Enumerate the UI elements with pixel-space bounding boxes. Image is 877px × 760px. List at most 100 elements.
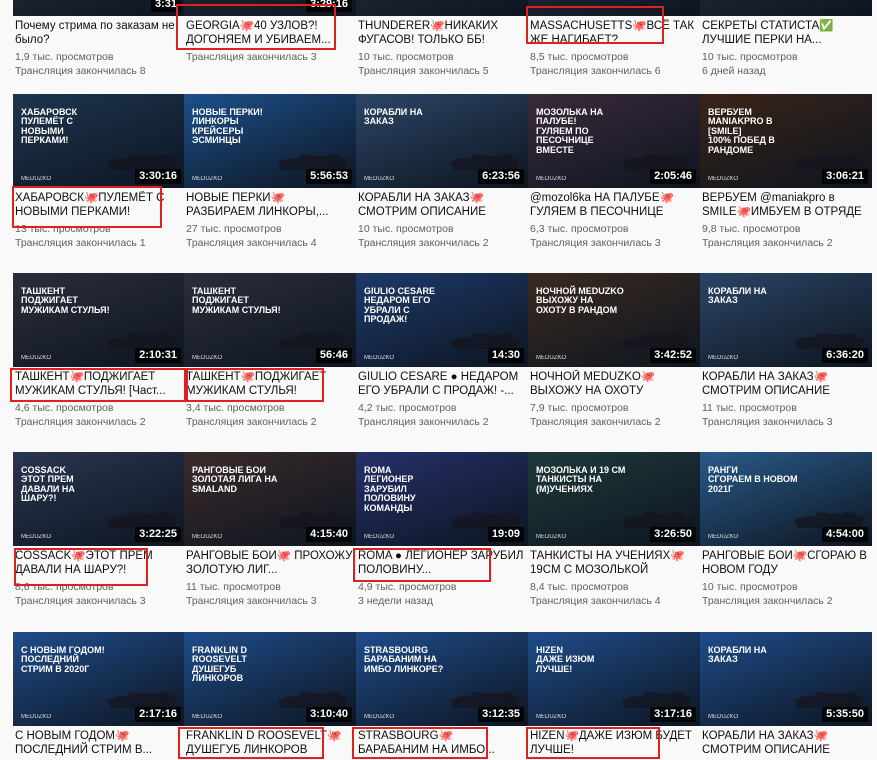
video-title[interactable]: Почему стрима по заказам не было? — [15, 19, 183, 47]
duration-badge: 5:56:53 — [306, 169, 352, 184]
duration-badge: 3:17:16 — [650, 707, 696, 722]
duration-badge: 4:15:40 — [306, 527, 352, 542]
video-thumbnail[interactable]: РАНГИ СГОРАЕМ В НОВОМ 2021Г MEDUZKO 4:54:0… — [700, 452, 872, 546]
thumbnail-caption: ТАШКЕНТ ПОДЖИГАЕТ МУЖИКАМ СТУЛЬЯ! — [192, 286, 281, 315]
view-count: 13 тыс. просмотров — [15, 223, 111, 235]
duration-badge: 3:12:35 — [478, 707, 524, 722]
video-title[interactable]: ТАНКИСТЫ НА УЧЕНИЯХ🐙 19СМ С МОЗОЛЬКОЙ — [530, 549, 698, 577]
video-title[interactable]: GEORGIA🐙40 УЗЛОВ?! ДОГОНЯЕМ И УБИВАЕМ... — [186, 19, 354, 47]
video-thumbnail[interactable]: КОРАБЛИ НА ЗАКАЗ MEDUZKO 6:36:20 — [700, 273, 872, 367]
channel-logo: MEDUZKO — [708, 355, 738, 361]
stream-date: Трансляция закончилась 2 — [358, 237, 489, 249]
video-thumbnail[interactable]: ХАБАРОВСК ПУЛЕМЁТ С НОВЫМИ ПЕРКАМИ! MEDUZ… — [13, 94, 185, 188]
video-thumbnail[interactable]: МОЗОЛЬКА И 19 СМ ТАНКИСТЫ НА (М)УЧЕНИЯХ M… — [528, 452, 700, 546]
video-title[interactable]: HIZEN🐙ДАЖЕ ИЗЮМ БУДЕТ ЛУЧШЕ! — [530, 729, 698, 757]
thumbnail-caption: GIULIO CESARE НЕДАРОМ ЕГО УБРАЛИ С ПРОДА… — [364, 286, 436, 325]
video-thumbnail[interactable]: COSSACK ЭТОТ ПРЕМ ДАВАЛИ НА ШАРУ?! MEDUZK… — [13, 452, 185, 546]
duration-badge: 3:31 — [150, 0, 181, 12]
duration-badge: 3:06:21 — [822, 169, 868, 184]
channel-logo: MEDUZKO — [708, 534, 738, 540]
channel-logo: MEDUZKO — [21, 355, 51, 361]
video-thumbnail[interactable]: STRASBOURG БАРАБАНИМ НА ИМБО ЛИНКОРЕ? MED… — [356, 632, 528, 726]
video-thumbnail[interactable]: МОЗОЛЬКА НА ПАЛУБЕ! ГУЛЯЕМ ПО ПЕСОЧНИЦЕ … — [528, 94, 700, 188]
video-title[interactable]: ХАБАРОВСК🐙ПУЛЕМЁТ С НОВЫМИ ПЕРКАМИ! — [15, 191, 183, 219]
video-thumbnail[interactable]: ВЕРБУЕМ MANIAKPRO В [SMILE] 100% ПОБЕД В… — [700, 94, 872, 188]
thumbnail-art — [528, 0, 700, 16]
video-thumbnail[interactable]: РАНГОВЫЕ БОИ ЗОЛОТАЯ ЛИГА НА SMALAND MEDU… — [184, 452, 356, 546]
channel-logo: MEDUZKO — [364, 355, 394, 361]
duration-badge: 56:46 — [315, 348, 352, 363]
stream-date: Трансляция закончилась 3 — [15, 595, 146, 607]
thumbnail-art — [356, 0, 528, 16]
video-thumbnail[interactable]: 3:31 — [13, 0, 185, 16]
video-thumbnail[interactable]: 3:29:16 — [184, 0, 356, 16]
video-title[interactable]: STRASBOURG🐙 БАРАБАНИМ НА ИМБО... — [358, 729, 526, 757]
video-title[interactable]: КОРАБЛИ НА ЗАКАЗ🐙 СМОТРИМ ОПИСАНИЕ — [702, 370, 870, 398]
stream-date: Трансляция закончилась 4 — [530, 595, 661, 607]
stream-date: Трансляция закончилась 3 — [530, 237, 661, 249]
video-title[interactable]: КОРАБЛИ НА ЗАКАЗ🐙 СМОТРИМ ОПИСАНИЕ — [358, 191, 526, 219]
video-title[interactable]: С НОВЫМ ГОДОМ🐙 ПОСЛЕДНИЙ СТРИМ В... — [15, 729, 183, 757]
video-thumbnail[interactable]: ТАШКЕНТ ПОДЖИГАЕТ МУЖИКАМ СТУЛЬЯ! MEDUZKO… — [13, 273, 185, 367]
video-thumbnail[interactable]: ТАШКЕНТ ПОДЖИГАЕТ МУЖИКАМ СТУЛЬЯ! MEDUZKO… — [184, 273, 356, 367]
channel-logo: MEDUZKO — [364, 714, 394, 720]
video-title[interactable]: ROMA ● ЛЕГИОНЕР ЗАРУБИЛ ПОЛОВИНУ... — [358, 549, 526, 577]
video-thumbnail[interactable]: НОЧНОЙ MEDUZKO ВЫХОЖУ НА ОХОТУ В РАНДОМ M… — [528, 273, 700, 367]
video-title[interactable]: РАНГОВЫЕ БОИ🐙СГОРАЮ В НОВОМ ГОДУ — [702, 549, 870, 577]
view-count: 8,6 тыс. просмотров — [15, 581, 114, 593]
video-title[interactable]: MASSACHUSETTS🐙ВСЁ ТАК ЖЕ НАГИБАЕТ? — [530, 19, 698, 47]
thumbnail-caption: РАНГОВЫЕ БОИ ЗОЛОТАЯ ЛИГА НА SMALAND — [192, 465, 278, 494]
duration-badge: 3:29:16 — [306, 0, 352, 12]
view-count: 10 тыс. просмотров — [702, 581, 798, 593]
channel-logo: MEDUZKO — [192, 355, 222, 361]
video-thumbnail[interactable]: ROMA ЛЕГИОНЕР ЗАРУБИЛ ПОЛОВИНУ КОМАНДЫ ME… — [356, 452, 528, 546]
stream-date: Трансляция закончилась 2 — [702, 595, 833, 607]
video-thumbnail[interactable] — [356, 0, 528, 16]
view-count: 4,9 тыс. просмотров — [358, 581, 457, 593]
video-thumbnail[interactable]: С НОВЫМ ГОДОМ! ПОСЛЕДНИЙ СТРИМ В 2020Г ME… — [13, 632, 185, 726]
thumbnail-caption: С НОВЫМ ГОДОМ! ПОСЛЕДНИЙ СТРИМ В 2020Г — [21, 645, 105, 674]
duration-badge: 4:54:00 — [822, 527, 868, 542]
channel-logo: MEDUZKO — [708, 714, 738, 720]
video-title[interactable]: ТАШКЕНТ🐙ПОДЖИГАЕТ МУЖИКАМ СТУЛЬЯ! — [186, 370, 354, 398]
channel-logo: MEDUZKO — [536, 176, 566, 182]
video-thumbnail[interactable] — [528, 0, 700, 16]
video-title[interactable]: @mozol6ka НА ПАЛУБЕ🐙 ГУЛЯЕМ В ПЕСОЧНИЦЕ — [530, 191, 698, 219]
stream-date: Трансляция закончилась 1 — [15, 237, 146, 249]
video-thumbnail[interactable]: КОРАБЛИ НА ЗАКАЗ MEDUZKO 5:35:50 — [700, 632, 872, 726]
channel-logo: MEDUZKO — [536, 355, 566, 361]
stream-date: 6 дней назад — [702, 65, 766, 77]
duration-badge: 19:09 — [487, 527, 524, 542]
video-title[interactable]: КОРАБЛИ НА ЗАКАЗ🐙 СМОТРИМ ОПИСАНИЕ — [702, 729, 870, 757]
channel-logo: MEDUZKO — [192, 714, 222, 720]
stream-date: Трансляция закончилась 3 — [186, 595, 317, 607]
video-title[interactable]: FRANKLIN D ROOSEVELT🐙 ДУШЕГУБ ЛИНКОРОВ — [186, 729, 354, 757]
video-thumbnail[interactable]: КОРАБЛИ НА ЗАКАЗ MEDUZKO 6:23:56 — [356, 94, 528, 188]
view-count: 11 тыс. просмотров — [702, 402, 797, 414]
video-title[interactable]: СЕКРЕТЫ СТАТИСТА✅ ЛУЧШИЕ ПЕРКИ НА... — [702, 19, 870, 47]
video-title[interactable]: THUNDERER🐙НИКАКИХ ФУГАСОВ! ТОЛЬКО ББ! — [358, 19, 526, 47]
view-count: 27 тыс. просмотров — [186, 223, 282, 235]
channel-logo: MEDUZKO — [536, 534, 566, 540]
video-thumbnail[interactable]: НОВЫЕ ПЕРКИ! ЛИНКОРЫ КРЕЙСЕРЫ ЭСМИНЦЫ MED… — [184, 94, 356, 188]
video-title[interactable]: РАНГОВЫЕ БОИ🐙 ПРОХОЖУ ЗОЛОТУЮ ЛИГ... — [186, 549, 354, 577]
video-thumbnail[interactable]: HIZEN ДАЖЕ ИЗЮМ ЛУЧШЕ! MEDUZKO 3:17:16 — [528, 632, 700, 726]
stream-date: Трансляция закончилась 2 — [530, 416, 661, 428]
video-title[interactable]: GIULIO CESARE ● НЕДАРОМ ЕГО УБРАЛИ С ПРО… — [358, 370, 526, 398]
video-title[interactable]: ВЕРБУЕМ @maniakpro в SMILE🐙ИМБУЕМ В ОТРЯ… — [702, 191, 870, 219]
thumbnail-caption: МОЗОЛЬКА НА ПАЛУБЕ! ГУЛЯЕМ ПО ПЕСОЧНИЦЕ … — [536, 107, 604, 155]
video-title[interactable]: ТАШКЕНТ🐙ПОДЖИГАЕТ МУЖИКАМ СТУЛЬЯ! [Част.… — [15, 370, 183, 398]
view-count: 8,5 тыс. просмотров — [530, 51, 629, 63]
video-thumbnail[interactable]: FRANKLIN D ROOSEVELT ДУШЕГУБ ЛИНКОРОВ MED… — [184, 632, 356, 726]
stream-date: Трансляция закончилась 2 — [186, 416, 317, 428]
video-title[interactable]: НОЧНОЙ MEDUZKO🐙 ВЫХОЖУ НА ОХОТУ — [530, 370, 698, 398]
duration-badge: 2:05:46 — [650, 169, 696, 184]
video-thumbnail[interactable] — [700, 0, 872, 16]
video-title[interactable]: НОВЫЕ ПЕРКИ🐙 РАЗБИРАЕМ ЛИНКОРЫ,... — [186, 191, 354, 219]
stream-date: Трансляция закончилась 2 — [15, 416, 146, 428]
view-count: 9,8 тыс. просмотров — [702, 223, 801, 235]
duration-badge: 6:23:56 — [478, 169, 524, 184]
video-thumbnail[interactable]: GIULIO CESARE НЕДАРОМ ЕГО УБРАЛИ С ПРОДА… — [356, 273, 528, 367]
video-title[interactable]: COSSACK🐙ЭТОТ ПРЕМ ДАВАЛИ НА ШАРУ?! — [15, 549, 183, 577]
stream-date: Трансляция закончилась 2 — [358, 416, 489, 428]
